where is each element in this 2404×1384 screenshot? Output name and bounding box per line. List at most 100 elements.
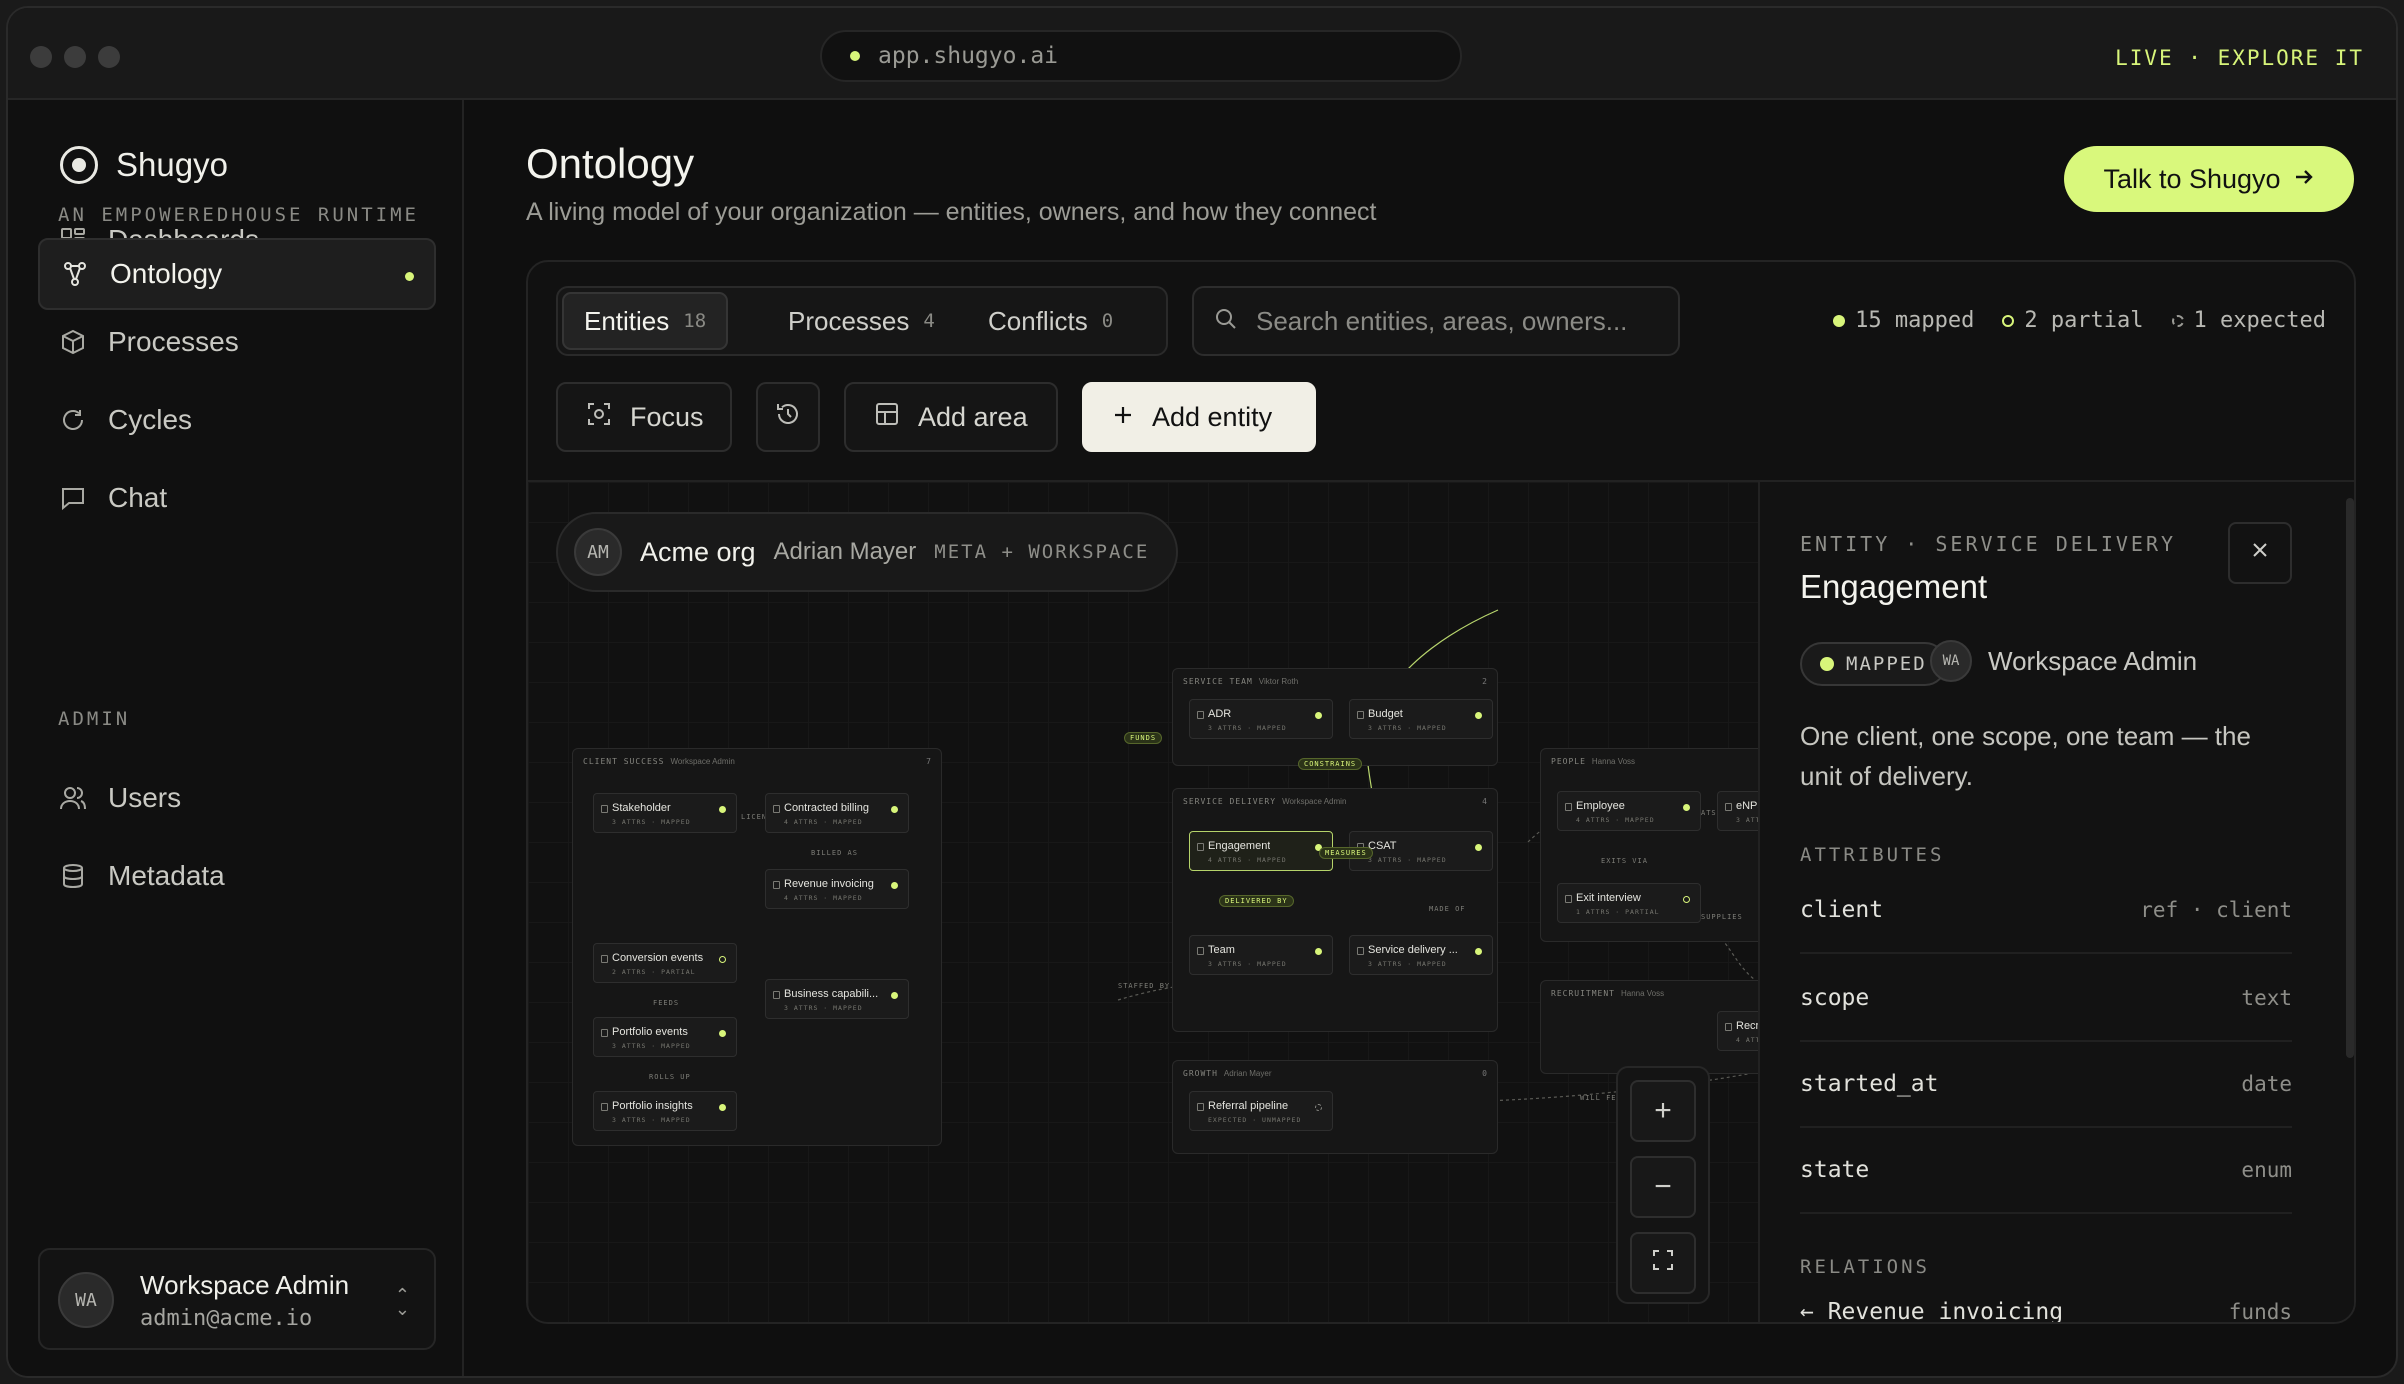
chevron-up-down-icon: ⌃ ⌄ xyxy=(394,1285,410,1319)
attribute-row[interactable]: started_at date xyxy=(1800,1042,2292,1128)
group-title: PEOPLE Hanna Voss xyxy=(1551,757,1636,766)
layout-icon xyxy=(874,401,900,434)
node-exit-interview[interactable]: Exit interview 1 ATTRS · PARTIAL xyxy=(1557,883,1701,923)
entity-icon xyxy=(601,955,608,963)
tab-conflicts[interactable]: Conflicts 0 xyxy=(968,292,1133,350)
zoom-in-button[interactable]: + xyxy=(1630,1080,1696,1142)
node-portfolio-events[interactable]: Portfolio events 3 ATTRS · MAPPED xyxy=(593,1017,737,1057)
partial-stat: 2 partial xyxy=(2002,308,2144,333)
status-dot xyxy=(1683,896,1690,903)
expected-dot-icon xyxy=(2171,314,2184,327)
node-name: Budget xyxy=(1368,708,1403,720)
sidebar-item-ontology[interactable]: Ontology xyxy=(38,238,436,310)
search-icon xyxy=(1214,307,1238,336)
edge-label: DELIVERED BY xyxy=(1219,895,1294,907)
group-count: 7 xyxy=(926,757,931,766)
add-area-button[interactable]: Add area xyxy=(844,382,1058,452)
node-contracted-billing[interactable]: Contracted billing 4 ATTRS · MAPPED xyxy=(765,793,909,833)
attribute-name: started_at xyxy=(1800,1071,1939,1097)
status-dot xyxy=(1315,712,1322,719)
sidebar-item-processes[interactable]: Processes xyxy=(38,306,436,378)
focus-label: Focus xyxy=(630,401,704,432)
live-explore-link[interactable]: LIVE · EXPLORE IT xyxy=(2115,46,2364,70)
node-stakeholder[interactable]: Stakeholder 3 ATTRS · MAPPED xyxy=(593,793,737,833)
avatar: WA xyxy=(58,1272,114,1328)
group-count: 4 xyxy=(1482,797,1487,806)
group-growth[interactable]: GROWTH Adrian Mayer 0 Referral pipeline E… xyxy=(1172,1060,1498,1154)
address-bar[interactable]: app.shugyo.ai xyxy=(820,30,1462,82)
expected-stat: 1 expected xyxy=(2171,308,2326,333)
attribute-row[interactable]: scope text xyxy=(1800,956,2292,1042)
status-dot xyxy=(719,806,726,813)
entity-icon xyxy=(1197,711,1204,719)
group-service-team[interactable]: SERVICE TEAM Viktor Roth 2 ADR 3 ATTRS · … xyxy=(1172,668,1498,766)
node-adr[interactable]: ADR 3 ATTRS · MAPPED xyxy=(1189,699,1333,739)
search-input[interactable] xyxy=(1256,305,1656,337)
tab-entities[interactable]: Entities 18 xyxy=(562,292,729,350)
add-entity-button[interactable]: Add entity xyxy=(1082,382,1316,452)
status-summary: 15 mapped 2 partial 1 expected xyxy=(1833,308,2326,333)
window-close-dot[interactable] xyxy=(30,46,52,68)
node-business-capability[interactable]: Business capabili... 3 ATTRS · MAPPED xyxy=(765,979,909,1019)
user-name: Workspace Admin xyxy=(140,1270,350,1300)
focus-icon xyxy=(586,401,612,434)
node-name: Referral pipeline xyxy=(1208,1100,1289,1112)
node-engagement[interactable]: Engagement 4 ATTRS · MAPPED xyxy=(1189,831,1333,871)
node-name: Team xyxy=(1208,944,1235,956)
node-conversion-events[interactable]: Conversion events 2 ATTRS · PARTIAL xyxy=(593,943,737,983)
talk-to-shugyo-button[interactable]: Talk to Shugyo xyxy=(2064,146,2354,212)
relation-row[interactable]: ← Revenue invoicing funds xyxy=(1800,1282,2292,1322)
node-service-delivery[interactable]: Service delivery ... 3 ATTRS · MAPPED xyxy=(1349,935,1493,975)
user-email: admin@acme.io xyxy=(140,1306,313,1331)
user-switcher[interactable]: WA Workspace Admin admin@acme.io ⌃ ⌄ xyxy=(38,1248,436,1350)
edge-label: CONSTRAINS xyxy=(1298,758,1363,770)
history-button[interactable] xyxy=(756,382,820,452)
attribute-type: enum xyxy=(2241,1158,2292,1182)
node-employee[interactable]: Employee 4 ATTRS · MAPPED xyxy=(1557,791,1701,831)
sidebar-item-users[interactable]: Users xyxy=(38,762,436,834)
window-maximize-dot[interactable] xyxy=(98,46,120,68)
cta-label: Talk to Shugyo xyxy=(2103,163,2281,194)
node-meta: 3 ATTRS · MAPPED xyxy=(1208,960,1287,968)
close-button[interactable] xyxy=(2228,522,2292,584)
group-client-success[interactable]: CLIENT SUCCESS Workspace Admin 7 Stakehol… xyxy=(572,748,942,1146)
entity-icon xyxy=(1565,895,1572,903)
tab-processes[interactable]: Processes 4 xyxy=(768,292,955,350)
sidebar-item-cycles[interactable]: Cycles xyxy=(38,384,436,456)
chat-icon xyxy=(60,485,86,511)
node-name: ADR xyxy=(1208,708,1232,720)
sidebar-item-metadata[interactable]: Metadata xyxy=(38,840,436,912)
node-revenue-invoicing[interactable]: Revenue invoicing 4 ATTRS · MAPPED xyxy=(765,869,909,909)
app-window: app.shugyo.ai LIVE · EXPLORE IT Shugyo A… xyxy=(6,6,2398,1378)
window-minimize-dot[interactable] xyxy=(64,46,86,68)
sidebar-item-label: Cycles xyxy=(108,404,193,435)
node-budget[interactable]: Budget 3 ATTRS · MAPPED xyxy=(1349,699,1493,739)
edge-label: ROLLS UP xyxy=(649,1073,691,1081)
detail-scrollbar[interactable] xyxy=(2346,498,2354,1058)
group-count: 0 xyxy=(1482,1069,1487,1078)
attribute-name: scope xyxy=(1800,985,1870,1011)
fit-view-button[interactable] xyxy=(1630,1232,1696,1294)
tab-label: Processes xyxy=(788,305,910,336)
cube-icon xyxy=(60,329,86,355)
node-referral-pipeline[interactable]: Referral pipeline EXPECTED · UNMAPPED xyxy=(1189,1091,1333,1131)
attribute-type: date xyxy=(2241,1072,2292,1096)
node-name: Exit interview xyxy=(1576,892,1641,904)
plus-icon: + xyxy=(1654,1094,1672,1127)
search-box[interactable] xyxy=(1192,286,1680,356)
brand[interactable]: Shugyo xyxy=(60,146,228,184)
graph-canvas[interactable]: AM Acme org Adrian Mayer META + WORKSPAC… xyxy=(528,482,1876,1322)
status-text: MAPPED xyxy=(1846,653,1927,675)
zoom-out-button[interactable]: − xyxy=(1630,1156,1696,1218)
partial-dot-icon xyxy=(2002,314,2015,327)
add-entity-label: Add entity xyxy=(1152,401,1273,432)
focus-button[interactable]: Focus xyxy=(556,382,732,452)
node-team[interactable]: Team 3 ATTRS · MAPPED xyxy=(1189,935,1333,975)
group-service-delivery[interactable]: SERVICE DELIVERY Workspace Admin 4 Engage… xyxy=(1172,788,1498,1032)
attribute-row[interactable]: client ref · client xyxy=(1800,868,2292,954)
node-portfolio-insights[interactable]: Portfolio insights 3 ATTRS · MAPPED xyxy=(593,1091,737,1131)
node-name: Stakeholder xyxy=(612,802,671,814)
entity-owner[interactable]: WA Workspace Admin xyxy=(1930,640,2197,682)
attribute-row[interactable]: state enum xyxy=(1800,1128,2292,1214)
sidebar-item-chat[interactable]: Chat xyxy=(38,462,436,534)
